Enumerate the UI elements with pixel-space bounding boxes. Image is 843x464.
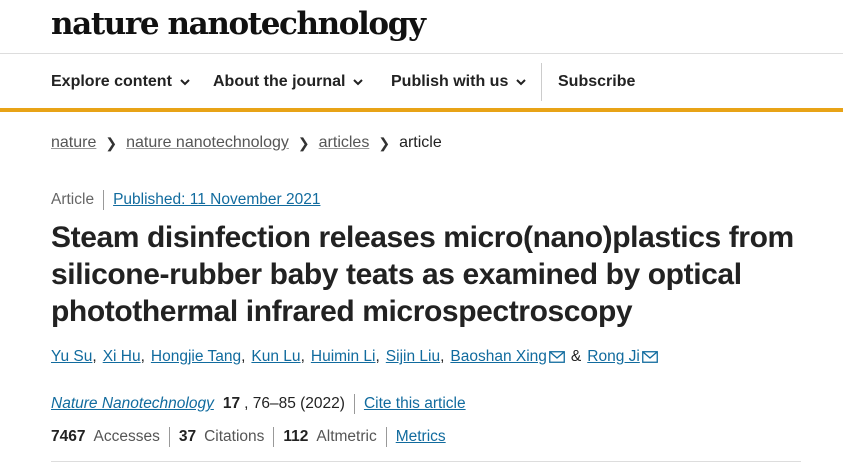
mail-icon[interactable] (549, 351, 565, 363)
nav-publish-with-us[interactable]: Publish with us (391, 54, 528, 110)
author-separator: , (300, 348, 305, 365)
published-date-link[interactable]: Published: 11 November 2021 (113, 191, 320, 209)
nav-label: Publish with us (391, 73, 509, 90)
mail-icon[interactable] (641, 351, 658, 363)
citation-line: Nature Nanotechnology 17 , 76–85 (2022) … (51, 394, 466, 414)
nav-divider (541, 63, 542, 101)
journal-name-link[interactable]: Nature Nanotechnology (51, 395, 214, 413)
divider (51, 461, 801, 462)
nav-accent-rule (0, 108, 843, 112)
pages-year: , 76–85 (2022) (244, 395, 345, 412)
main-nav: Explore content About the journal Publis… (0, 54, 843, 110)
author-separator: , (241, 348, 246, 365)
chevron-down-icon (516, 79, 527, 86)
chevron-right-icon: ❯ (378, 134, 391, 151)
article-type: Article (51, 191, 95, 208)
author-link[interactable]: Sijin Liu (386, 348, 440, 366)
nav-about-journal[interactable]: About the journal (213, 54, 365, 110)
cite-this-article-link[interactable]: Cite this article (364, 395, 466, 413)
citations-label: Citations (204, 428, 265, 445)
breadcrumb: nature ❯ nature nanotechnology ❯ article… (51, 134, 442, 152)
nav-subscribe[interactable]: Subscribe (558, 54, 635, 110)
breadcrumb-nature-nanotechnology[interactable]: nature nanotechnology (126, 134, 289, 152)
divider (273, 427, 275, 447)
author-list: Yu Su, Xi Hu, Hongjie Tang, Kun Lu, Huim… (51, 348, 664, 366)
metrics-link[interactable]: Metrics (396, 428, 446, 446)
volume: 17 (222, 395, 241, 412)
nav-label: About the journal (213, 73, 346, 90)
citations-count: 37 (178, 428, 197, 445)
author-link[interactable]: Kun Lu (251, 348, 300, 366)
author-link[interactable]: Rong Ji (587, 348, 640, 366)
divider (168, 427, 170, 447)
accesses-count: 7467 (51, 428, 86, 445)
altmetric-label: Altmetric (316, 428, 377, 445)
breadcrumb-current: article (399, 134, 442, 151)
author-separator: , (375, 348, 380, 365)
author-link[interactable]: Xi Hu (103, 348, 141, 366)
chevron-right-icon: ❯ (105, 134, 118, 151)
author-separator: , (140, 348, 145, 365)
author-and: & (570, 348, 582, 365)
author-link[interactable]: Yu Su (51, 348, 92, 366)
divider (103, 190, 105, 210)
author-link[interactable]: Baoshan Xing (450, 348, 547, 366)
chevron-right-icon: ❯ (297, 134, 310, 151)
breadcrumb-articles[interactable]: articles (319, 134, 370, 152)
article-title: Steam disinfection releases micro(nano)p… (51, 221, 794, 328)
author-separator: , (440, 348, 445, 365)
accesses-label: Accesses (93, 428, 160, 445)
chevron-down-icon (353, 79, 364, 86)
journal-logo[interactable]: nature nanotechnology (51, 6, 426, 42)
site-header: nature nanotechnology (0, 0, 843, 54)
nav-label: Explore content (51, 73, 172, 90)
chevron-down-icon (180, 79, 190, 86)
author-link[interactable]: Huimin Li (311, 348, 376, 366)
divider (353, 394, 355, 414)
article-metrics: 7467 Accesses 37 Citations 112 Altmetric… (51, 427, 446, 447)
article-meta: Article Published: 11 November 2021 (51, 190, 320, 210)
author-separator: , (92, 348, 97, 365)
breadcrumb-nature[interactable]: nature (51, 134, 96, 152)
author-link[interactable]: Hongjie Tang (151, 348, 241, 366)
altmetric-count: 112 (283, 428, 309, 445)
nav-explore-content[interactable]: Explore content (51, 54, 192, 110)
divider (385, 427, 387, 447)
